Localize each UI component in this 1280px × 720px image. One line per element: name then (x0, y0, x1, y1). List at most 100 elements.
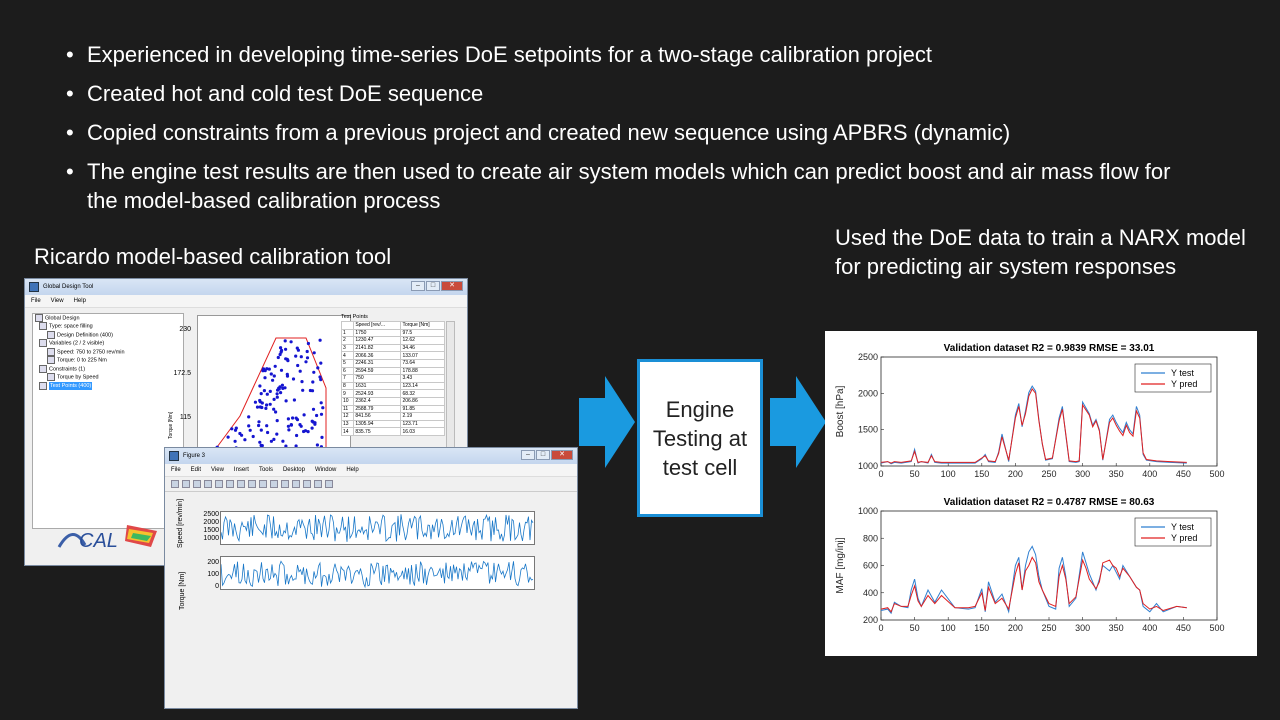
data-cursor-icon[interactable] (270, 480, 278, 488)
menu-file[interactable]: File (31, 298, 41, 304)
table-row[interactable]: 7 750 3.43 (340, 374, 445, 383)
ncal-logo-icon: CAL (57, 525, 157, 552)
design-point (291, 416, 295, 420)
table-cell: 4 (340, 351, 355, 360)
test-points-panel: Test Points Speed [rev/... Torque [Nm] 1… (340, 313, 461, 463)
design-point (268, 389, 272, 393)
design-point (247, 424, 251, 428)
table-row[interactable]: 5 2246.31 73.64 (340, 358, 445, 368)
folder-icon (35, 314, 43, 322)
design-point (274, 410, 278, 414)
rotate-icon[interactable] (259, 480, 267, 488)
tree-item[interactable]: Speed: 750 to 2750 rev/min (57, 349, 125, 355)
colorbar-icon[interactable] (292, 480, 300, 488)
table-header[interactable]: Speed [rev/... (353, 321, 402, 330)
menu-tools[interactable]: Tools (259, 467, 273, 473)
design-point (316, 366, 320, 370)
design-point (267, 367, 271, 371)
fig3-titlebar[interactable]: Figure 3 – □ ✕ (165, 448, 577, 464)
tree-item[interactable]: Torque: 0 to 225 Nm (57, 358, 107, 364)
design-point (233, 439, 237, 443)
table-row[interactable]: 10 2362.4 206.86 (340, 396, 445, 406)
tree-item-selected[interactable]: Test Points (400) (49, 382, 93, 391)
menu-help[interactable]: Help (74, 298, 86, 304)
design-point (296, 363, 300, 368)
table-row[interactable]: 1 1750 97.5 (340, 328, 445, 338)
tree-item[interactable]: Design Definition (400) (57, 332, 113, 338)
design-point (243, 438, 247, 442)
table-row[interactable]: 2 1230.47 12.62 (340, 336, 445, 345)
menu-help[interactable]: Help (346, 467, 358, 473)
menu-window[interactable]: Window (315, 467, 336, 473)
table-header[interactable]: Torque [Nm] (400, 321, 445, 330)
tree-item[interactable]: Variables (2 / 2 visible) (49, 341, 104, 347)
new-figure-icon[interactable] (171, 480, 179, 488)
table-cell: 68.32 (400, 389, 445, 398)
table-row[interactable]: 12 841.56 2.19 (340, 412, 445, 421)
design-point (300, 380, 304, 384)
tree-item[interactable]: Constraints (1) (49, 366, 85, 372)
x-tick-label: 150 (974, 623, 989, 633)
minimize-icon[interactable]: – (521, 450, 535, 460)
design-point (305, 356, 310, 360)
design-point (265, 392, 269, 396)
maximize-icon[interactable]: □ (536, 450, 550, 460)
table-row[interactable]: 11 2588.79 91.85 (340, 404, 445, 414)
chart-title: Validation dataset R2 = 0.4787 RMSE = 80… (944, 497, 1155, 508)
table-row[interactable]: 6 2594.59 178.88 (340, 366, 445, 376)
table-cell: 6 (340, 366, 355, 376)
x-tick-label: 200 (1008, 469, 1023, 479)
speed-ytick: 2000 (203, 519, 219, 526)
zoom-in-icon[interactable] (226, 480, 234, 488)
torque-trace (220, 560, 534, 589)
design-point (253, 400, 257, 404)
minimize-icon[interactable]: – (411, 281, 425, 291)
table-row[interactable]: 3 2141.82 34.46 (340, 343, 445, 353)
scatter-plot-svg (205, 337, 327, 464)
table-cell: 2.19 (400, 412, 445, 421)
menu-view[interactable]: View (211, 467, 224, 473)
bullet-item: Experienced in developing time-series Do… (66, 40, 1186, 70)
design-point (279, 391, 283, 395)
table-row[interactable]: 4 2066.36 133.07 (340, 351, 445, 360)
design-point (285, 374, 290, 378)
table-row[interactable]: 14 835.75 16.03 (340, 427, 445, 436)
table-scrollbar[interactable] (446, 321, 455, 463)
maximize-icon[interactable]: □ (426, 281, 440, 291)
design-point (281, 439, 285, 443)
open-icon[interactable] (182, 480, 190, 488)
close-icon[interactable]: ✕ (551, 450, 573, 460)
table-row[interactable]: 9 2524.93 68.32 (340, 389, 445, 398)
save-icon[interactable] (193, 480, 201, 488)
table-header[interactable] (340, 321, 355, 330)
zoom-out-icon[interactable] (237, 480, 245, 488)
menu-insert[interactable]: Insert (234, 467, 249, 473)
pointer-icon[interactable] (215, 480, 223, 488)
print-icon[interactable] (204, 480, 212, 488)
show-plot-tools-icon[interactable] (325, 480, 333, 488)
table-cell: 841.56 (353, 412, 402, 421)
x-tick-label: 200 (1008, 623, 1023, 633)
x-tick-label: 500 (1209, 469, 1224, 479)
legend-icon[interactable] (303, 480, 311, 488)
tree-item[interactable]: Type: space filling (49, 324, 93, 330)
brush-icon[interactable] (281, 480, 289, 488)
tree-item[interactable]: Torque by Speed (57, 375, 99, 381)
table-row[interactable]: 13 1305.94 123.71 (340, 419, 445, 429)
close-icon[interactable]: ✕ (441, 281, 463, 291)
x-tick-label: 50 (910, 623, 920, 633)
gdt-titlebar[interactable]: Global Design Tool – □ ✕ (25, 279, 467, 295)
menu-file[interactable]: File (171, 467, 181, 473)
menu-view[interactable]: View (51, 298, 64, 304)
engine-testing-box: Engine Testing at test cell (637, 359, 763, 517)
design-point (272, 397, 276, 401)
tree-item[interactable]: Global Design (45, 315, 80, 321)
design-point (279, 346, 283, 350)
menu-desktop[interactable]: Desktop (283, 467, 305, 473)
table-row[interactable]: 8 1631 123.14 (340, 381, 445, 391)
hide-plot-tools-icon[interactable] (314, 480, 322, 488)
menu-edit[interactable]: Edit (191, 467, 201, 473)
table-cell: 97.5 (400, 328, 445, 338)
pan-icon[interactable] (248, 480, 256, 488)
design-point (280, 383, 284, 387)
